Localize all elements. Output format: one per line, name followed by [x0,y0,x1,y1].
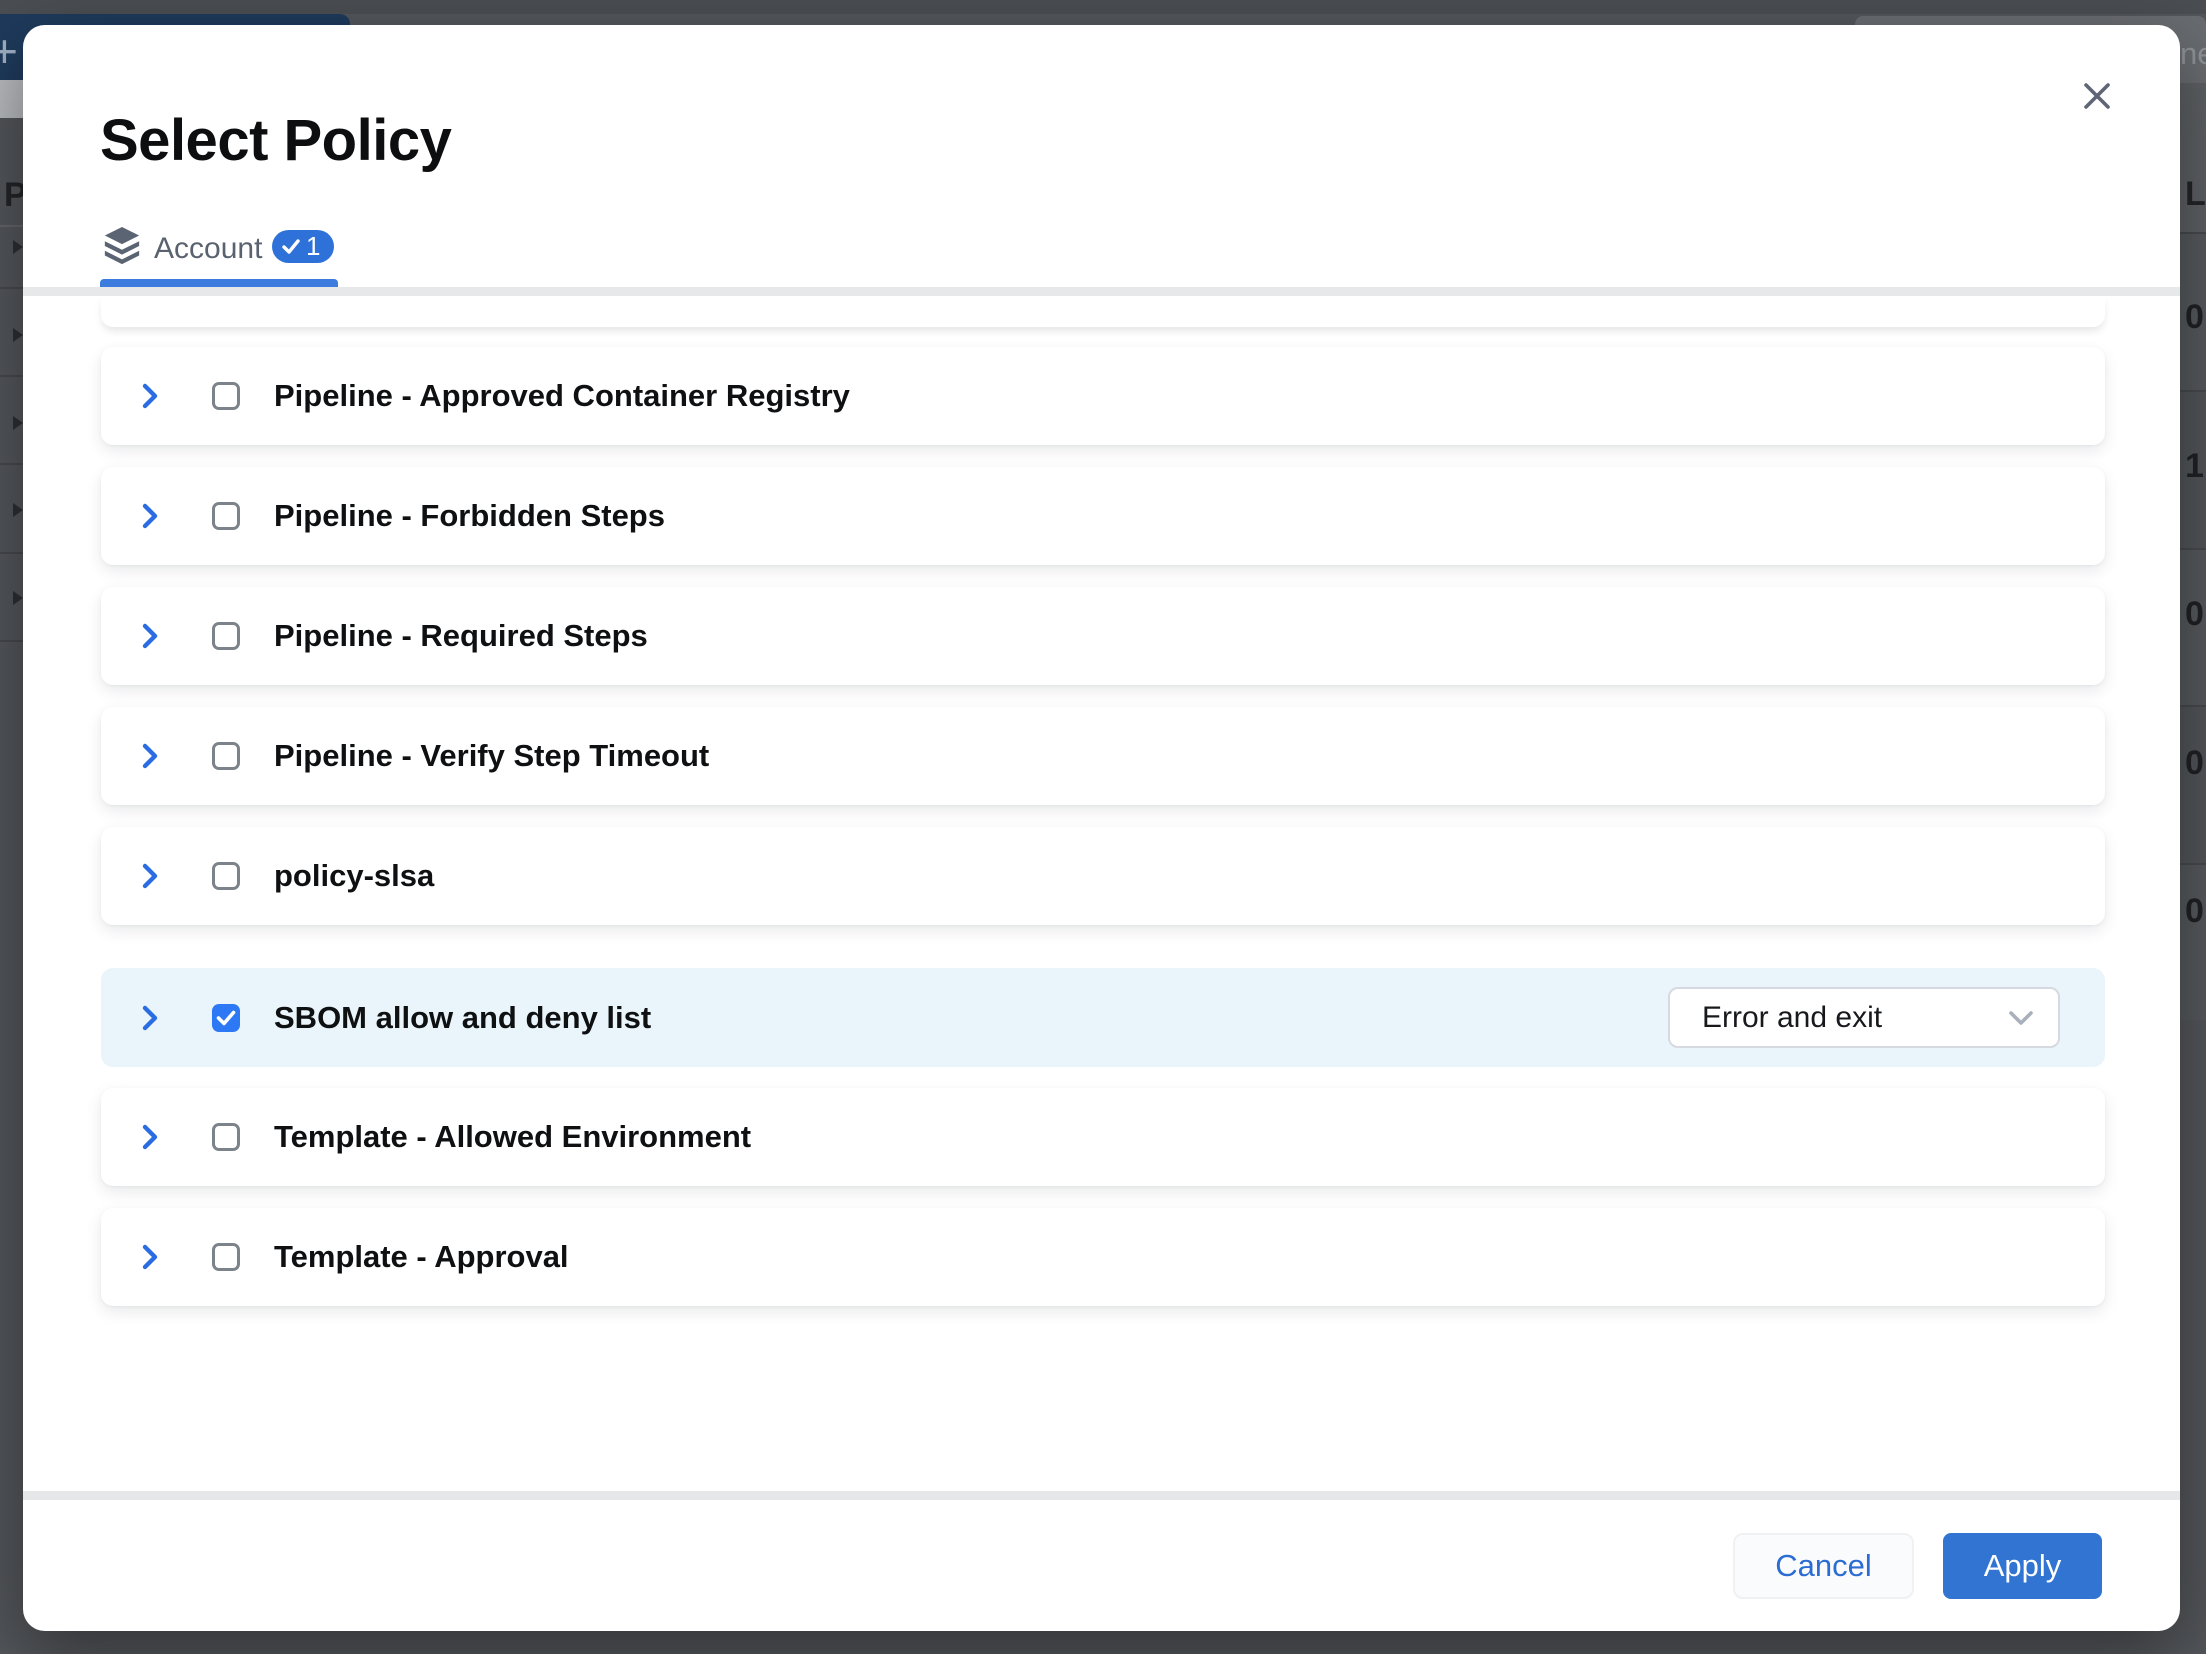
backdrop-right-header: L [2185,175,2206,214]
selected-count-badge: 1 [272,230,334,263]
policy-row[interactable]: Pipeline - Approved Container Registry [101,347,2105,445]
backdrop-right-value: 0 [2185,595,2204,634]
expand-chevron-icon[interactable] [141,382,159,410]
footer-divider [23,1491,2180,1500]
policy-row[interactable]: Pipeline - Forbidden Steps [101,467,2105,565]
backdrop-top-strip [0,0,2206,14]
backdrop-caret-icon [13,503,23,517]
policy-name: Pipeline - Required Steps [274,618,648,654]
policy-action-select[interactable]: Error and exit [1668,987,2060,1048]
backdrop-divider [0,225,23,227]
check-icon [282,239,300,254]
policy-name: SBOM allow and deny list [274,1000,651,1036]
policy-row[interactable]: Pipeline - Required Steps [101,587,2105,685]
layers-icon [100,226,144,271]
expand-chevron-icon[interactable] [141,1123,159,1151]
policy-action-value: Error and exit [1702,1001,1882,1035]
backdrop-right-value: 0 [2185,892,2204,931]
expand-chevron-icon[interactable] [141,1243,159,1271]
backdrop-right-value: 0 [2185,744,2204,783]
policy-checkbox[interactable] [212,382,240,410]
backdrop-row-divider [0,640,23,642]
policy-name: Pipeline - Verify Step Timeout [274,738,709,774]
close-icon [2082,81,2112,111]
close-button[interactable] [2075,74,2119,118]
badge-count: 1 [306,231,320,262]
policy-row[interactable]: policy-slsa [101,827,2105,925]
backdrop-caret-icon [13,591,23,605]
policy-checkbox[interactable] [212,622,240,650]
apply-button[interactable]: Apply [1943,1533,2102,1599]
policy-checkbox[interactable] [212,502,240,530]
active-tab-underline [100,279,338,287]
policy-name: Template - Allowed Environment [274,1119,751,1155]
backdrop-caret-icon [13,328,23,342]
partially-scrolled-row [101,296,2105,327]
policy-row[interactable]: Template - Allowed Environment [101,1088,2105,1186]
policy-name: Template - Approval [274,1239,569,1275]
policy-checkbox[interactable] [212,862,240,890]
expand-chevron-icon[interactable] [141,742,159,770]
policy-checkbox[interactable] [212,742,240,770]
policy-name: Pipeline - Forbidden Steps [274,498,665,534]
policy-name: policy-slsa [274,858,434,894]
backdrop-row-divider [0,552,23,554]
backdrop-right-column: L 0 1 0 0 0 [2180,83,2206,1020]
backdrop-plus-button: + [0,24,18,78]
tab-divider [23,287,2180,296]
dialog-title: Select Policy [100,107,451,174]
policy-name: Pipeline - Approved Container Registry [274,378,850,414]
backdrop-row-divider [0,375,23,377]
tab-account[interactable]: Account [154,232,262,266]
chevron-down-icon [2008,1010,2034,1026]
expand-chevron-icon[interactable] [141,622,159,650]
backdrop-row-divider [0,463,23,465]
policy-row-selected[interactable]: SBOM allow and deny list Error and exit [101,968,2105,1067]
expand-chevron-icon[interactable] [141,862,159,890]
screen: + ne P L 0 1 0 0 0 Selec [0,0,2206,1654]
policy-row[interactable]: Template - Approval [101,1208,2105,1306]
expand-chevron-icon[interactable] [141,502,159,530]
policy-checkbox[interactable] [212,1243,240,1271]
backdrop-right-value: 0 [2185,298,2204,337]
backdrop-row-divider [0,287,23,289]
cancel-button[interactable]: Cancel [1733,1533,1914,1599]
backdrop-right-value: 1 [2185,447,2204,486]
policy-checkbox-checked[interactable] [212,1004,240,1032]
backdrop-caret-icon [13,240,23,254]
policy-checkbox[interactable] [212,1123,240,1151]
select-policy-dialog: Select Policy Account 1 Pipeline - [23,25,2180,1631]
expand-chevron-icon[interactable] [141,1004,159,1032]
policy-row[interactable]: Pipeline - Verify Step Timeout [101,707,2105,805]
backdrop-partial-text: ne [2180,36,2206,72]
backdrop-caret-icon [13,416,23,430]
